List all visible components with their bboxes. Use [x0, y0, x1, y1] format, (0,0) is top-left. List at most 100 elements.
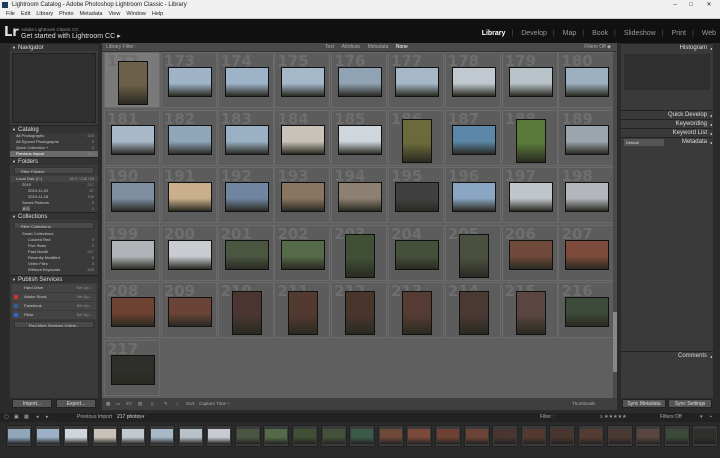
menu-file[interactable]: File: [6, 11, 15, 17]
thumbnail-cell[interactable]: 206: [501, 224, 558, 281]
photo-thumbnail[interactable]: [167, 239, 212, 270]
thumbnail-cell[interactable]: 172: [104, 52, 160, 108]
photo-thumbnail[interactable]: [565, 67, 610, 97]
filmstrip-thumbnail[interactable]: [549, 425, 576, 447]
thumbnail-cell[interactable]: 174: [217, 52, 274, 108]
filmstrip-thumbnail[interactable]: [120, 425, 147, 447]
thumbnail-cell[interactable]: 192: [217, 167, 274, 224]
filter-tab-attribute[interactable]: Attribute: [342, 44, 361, 50]
folders-header[interactable]: Folders: [10, 157, 98, 166]
module-print[interactable]: Print: [672, 30, 686, 37]
sort-direction-icon[interactable]: ↕: [176, 398, 178, 410]
compare-view-icon[interactable]: XY: [126, 398, 132, 410]
thumbnail-cell[interactable]: 180: [558, 52, 615, 108]
thumbnail-cell[interactable]: 195: [388, 167, 444, 224]
filter-tab-text[interactable]: Text: [325, 44, 334, 50]
publish-service[interactable]: Facebook Set Up...: [12, 302, 96, 310]
rating-filter[interactable]: ≥ ★★★★★: [600, 413, 627, 422]
grid-scrollbar[interactable]: [613, 52, 617, 398]
menu-window[interactable]: Window: [126, 11, 146, 17]
thumbnail-cell[interactable]: 205: [444, 224, 501, 281]
filmstrip-thumbnail[interactable]: [206, 425, 233, 447]
photo-thumbnail[interactable]: [451, 182, 496, 213]
photo-thumbnail[interactable]: [508, 239, 553, 270]
photo-thumbnail[interactable]: [451, 124, 496, 155]
photo-thumbnail[interactable]: [111, 297, 155, 328]
source-dropdown-icon[interactable]: ▾: [142, 413, 145, 422]
photo-thumbnail[interactable]: [288, 291, 319, 336]
close-button[interactable]: ✕: [702, 0, 716, 10]
histogram-header[interactable]: Histogram: [621, 43, 713, 53]
thumbnail-cell[interactable]: 200: [160, 224, 217, 281]
thumbnail-cell[interactable]: 214: [444, 282, 501, 339]
thumbnail-cell[interactable]: 216: [558, 282, 615, 339]
filmstrip-thumbnail[interactable]: [663, 425, 690, 447]
forward-arrow-icon[interactable]: ▸: [46, 413, 49, 422]
export-button[interactable]: Export...: [56, 399, 96, 408]
import-button[interactable]: Import...: [12, 399, 52, 408]
thumbnail-cell[interactable]: 209: [160, 282, 217, 339]
menu-photo[interactable]: Photo: [59, 11, 73, 17]
filters-off-dropdown[interactable]: Filters Off ◆: [584, 43, 611, 52]
get-started-link[interactable]: Get started with Lightroom CC ▸: [21, 32, 121, 40]
filmstrip-thumbnail[interactable]: [177, 425, 204, 447]
module-book[interactable]: Book: [592, 30, 608, 37]
menu-edit[interactable]: Edit: [21, 11, 30, 17]
filmstrip-thumbnail[interactable]: [520, 425, 547, 447]
keyword-list-header[interactable]: Keyword List: [621, 128, 713, 138]
collections-header[interactable]: Collections: [10, 212, 98, 221]
photo-thumbnail[interactable]: [281, 124, 326, 155]
thumbnail-cell[interactable]: 190: [104, 167, 160, 224]
filter-lock-icon[interactable]: ▾: [700, 413, 703, 422]
filter-switch-icon[interactable]: ▪: [710, 413, 712, 422]
filter-folders-field[interactable]: Filter Folders: [14, 167, 94, 174]
thumbnail-cell[interactable]: 202: [274, 224, 331, 281]
photo-thumbnail[interactable]: [345, 233, 376, 278]
thumbnail-cell[interactable]: 207: [558, 224, 615, 281]
photo-thumbnail[interactable]: [395, 239, 439, 270]
photo-thumbnail[interactable]: [395, 67, 439, 97]
photo-thumbnail[interactable]: [402, 118, 432, 163]
maximize-button[interactable]: □: [684, 0, 698, 10]
photo-thumbnail[interactable]: [338, 182, 383, 213]
publish-service[interactable]: Flickr Set Up...: [12, 311, 96, 319]
photo-thumbnail[interactable]: [458, 291, 489, 336]
sort-select[interactable]: Capture Time ÷: [199, 398, 230, 410]
thumbnail-cell[interactable]: 187: [444, 109, 501, 166]
photo-thumbnail[interactable]: [111, 182, 155, 213]
filters-off-select[interactable]: Filters Off: [660, 413, 682, 422]
thumbnail-cell[interactable]: 181: [104, 109, 160, 166]
thumbnail-cell[interactable]: 188: [501, 109, 558, 166]
survey-view-icon[interactable]: ▥: [138, 398, 142, 410]
publish-service[interactable]: Hard Drive Set Up...: [12, 284, 96, 292]
filmstrip-thumbnail[interactable]: [406, 425, 433, 447]
photo-thumbnail[interactable]: [395, 182, 439, 213]
filter-tab-metadata[interactable]: Metadata: [368, 44, 389, 50]
filmstrip-thumbnail[interactable]: [320, 425, 347, 447]
back-arrow-icon[interactable]: ◂: [36, 413, 39, 422]
photo-thumbnail[interactable]: [231, 291, 262, 336]
module-develop[interactable]: Develop: [521, 30, 547, 37]
thumbnail-cell[interactable]: 217: [104, 340, 160, 396]
publish-service[interactable]: Adobe Stock Set Up...: [12, 293, 96, 301]
collection-item[interactable]: Without Keywords 220: [10, 267, 98, 273]
filmstrip-thumbnail[interactable]: [292, 425, 318, 447]
publish-services-header[interactable]: Publish Services: [10, 275, 98, 284]
photo-thumbnail[interactable]: [281, 182, 326, 213]
catalog-header[interactable]: Catalog: [10, 125, 98, 134]
photo-thumbnail[interactable]: [224, 67, 269, 97]
thumbnail-cell[interactable]: 179: [501, 52, 558, 108]
filter-collections-field[interactable]: Filter Collections: [14, 222, 94, 229]
photo-thumbnail[interactable]: [167, 297, 212, 328]
thumbnail-cell[interactable]: 198: [558, 167, 615, 224]
photo-thumbnail[interactable]: [281, 67, 326, 97]
thumbnail-cell[interactable]: 177: [388, 52, 444, 108]
filmstrip-thumbnail[interactable]: [349, 425, 376, 447]
photo-thumbnail[interactable]: [118, 61, 148, 105]
thumbnail-cell[interactable]: 173: [160, 52, 217, 108]
photo-thumbnail[interactable]: [451, 67, 496, 97]
painter-icon[interactable]: ✎: [164, 398, 168, 410]
photo-thumbnail[interactable]: [515, 291, 546, 336]
menu-metadata[interactable]: Metadata: [80, 11, 103, 17]
photo-thumbnail[interactable]: [224, 124, 269, 155]
